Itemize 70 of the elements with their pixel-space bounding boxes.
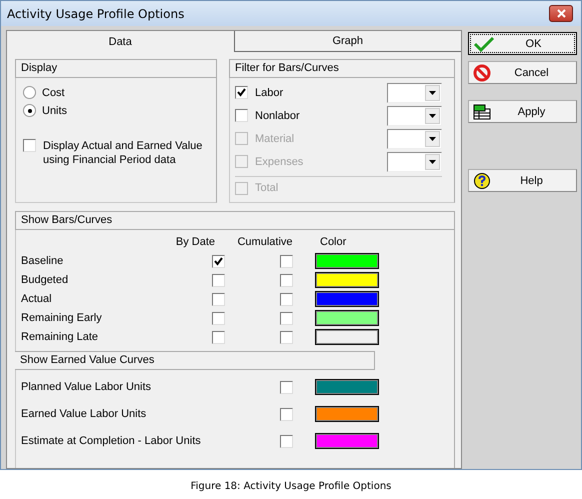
close-icon <box>556 9 566 18</box>
checkbox[interactable] <box>235 86 248 99</box>
help-button[interactable]: Help <box>468 169 577 192</box>
apply-button[interactable]: Apply <box>468 100 577 123</box>
checkmark-icon <box>473 36 495 52</box>
question-mark-icon <box>473 172 491 190</box>
column-header: Cumulative <box>236 235 294 250</box>
color-swatch[interactable] <box>315 433 379 449</box>
group-header: Show Earned Value Curves <box>15 351 375 370</box>
color-swatch[interactable] <box>315 406 379 422</box>
checkbox-label: Expenses <box>255 156 304 168</box>
row-label: Earned Value Labor Units <box>21 407 148 422</box>
checkbox[interactable] <box>212 330 225 344</box>
color-swatch[interactable] <box>315 310 379 326</box>
caret-icon <box>429 136 436 140</box>
radio-label: Units <box>42 104 68 116</box>
color-swatch[interactable] <box>315 272 379 288</box>
close-button[interactable] <box>549 5 573 22</box>
checkbox[interactable] <box>280 380 293 394</box>
color-swatch[interactable] <box>315 379 379 395</box>
checkbox-label: Labor <box>255 86 284 98</box>
row-label: Remaining Early <box>21 311 103 326</box>
checkbox[interactable] <box>212 292 225 306</box>
checkbox[interactable] <box>212 274 225 286</box>
color-swatch[interactable] <box>315 329 379 345</box>
dropdown[interactable] <box>387 106 442 126</box>
figure-caption: Figure 18: Activity Usage Profile Options <box>190 480 392 492</box>
checkbox[interactable] <box>280 254 293 268</box>
checkbox[interactable] <box>280 292 293 306</box>
checkbox[interactable] <box>235 109 248 122</box>
checkbox-label: Total <box>255 182 278 194</box>
radio-button[interactable] <box>23 86 36 99</box>
row-label: Budgeted <box>21 273 70 288</box>
radio-label: Cost <box>42 86 65 98</box>
group-header: Display <box>15 59 217 78</box>
radio-button[interactable] <box>23 104 36 117</box>
dropdown[interactable] <box>387 128 442 148</box>
checkbox-label: Material <box>255 132 294 144</box>
checkbox[interactable] <box>23 139 36 152</box>
caret-icon <box>429 90 436 94</box>
row-label: Remaining Late <box>21 330 100 345</box>
checkbox-label: Nonlabor <box>255 110 300 122</box>
dropdown[interactable] <box>387 82 442 102</box>
checkbox[interactable] <box>280 312 293 324</box>
cancel-button[interactable]: Cancel <box>468 61 577 84</box>
ok-button[interactable]: OK <box>468 32 577 55</box>
color-swatch[interactable] <box>315 253 379 269</box>
color-swatch[interactable] <box>315 291 379 307</box>
group-header: Filter for Bars/Curves <box>229 59 455 78</box>
row-label: Baseline <box>21 254 64 269</box>
group-header: Show Bars/Curves <box>15 211 455 230</box>
row-label: Estimate at Completion - Labor Units <box>21 434 202 449</box>
checkbox-label: Display Actual and Earned Value using Financial Period data <box>43 139 204 167</box>
no-entry-icon <box>473 64 491 82</box>
column-header: By Date <box>174 235 216 250</box>
tab[interactable]: Graph <box>234 31 461 52</box>
row-label: Planned Value Labor Units <box>21 380 152 395</box>
column-header: Color <box>319 235 348 250</box>
table-icon <box>473 104 491 120</box>
window-title: Activity Usage Profile Options <box>7 6 184 20</box>
checkbox[interactable] <box>280 434 293 448</box>
row-label: Actual <box>21 292 53 307</box>
caret-icon <box>429 114 436 118</box>
checkbox[interactable] <box>280 408 293 420</box>
checkbox[interactable] <box>280 274 293 286</box>
checkbox[interactable] <box>212 254 225 268</box>
checkbox[interactable] <box>280 330 293 344</box>
dropdown[interactable] <box>387 152 442 172</box>
checkbox[interactable] <box>212 312 225 324</box>
caret-icon <box>429 160 436 164</box>
